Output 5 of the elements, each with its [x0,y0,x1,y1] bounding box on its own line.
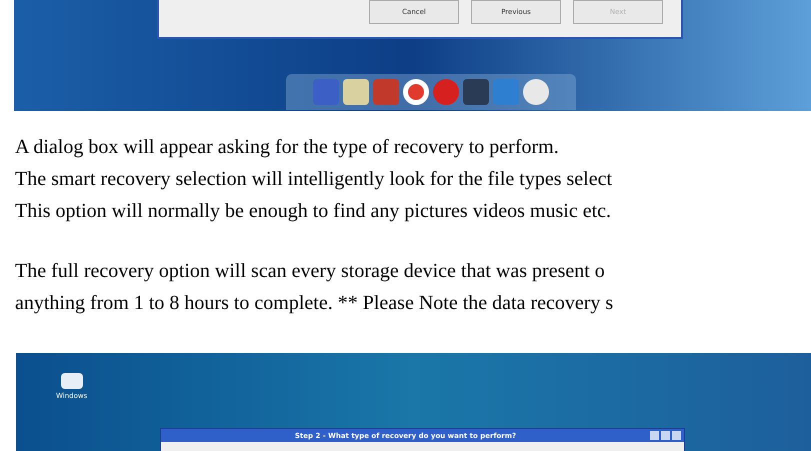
body-text-line: The smart recovery selection will intelligently look for the file types select [15,167,614,192]
body-text-line: This option will normally be enough to find any pictures videos music etc. [15,199,612,224]
body-text-line: A dialog box will appear asking for the type of recovery to perform. [15,135,560,160]
body-text-line: anything from 1 to 8 hours to complete. ** Please Note the data recovery s [15,291,614,316]
body-text-line: The full recovery option will scan every storage device that was present o [15,259,606,284]
